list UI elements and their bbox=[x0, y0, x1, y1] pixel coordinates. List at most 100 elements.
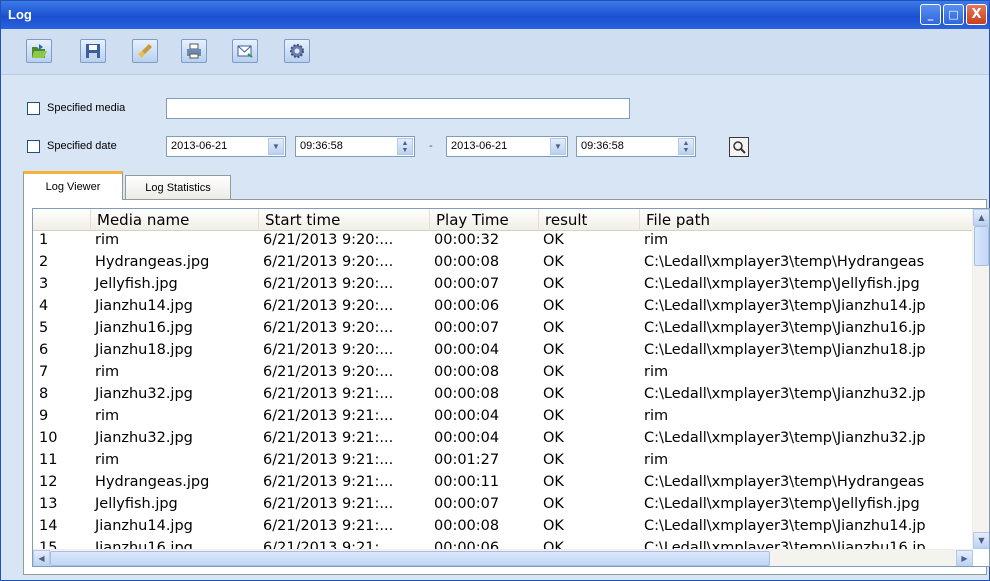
email-button[interactable] bbox=[232, 39, 258, 63]
search-icon bbox=[733, 141, 746, 154]
row-index: 8 bbox=[39, 386, 49, 402]
row-index: 3 bbox=[39, 276, 49, 292]
tab-log-statistics[interactable]: Log Statistics bbox=[125, 175, 231, 199]
log-viewer-panel: Media name Start time Play Time result F… bbox=[23, 199, 990, 575]
row-index: 12 bbox=[39, 474, 58, 490]
media-name-cell: Jellyfish.jpg bbox=[95, 276, 178, 292]
chevron-down-icon[interactable]: ▼ bbox=[550, 138, 566, 155]
play-time-cell: 00:01:27 bbox=[434, 452, 500, 468]
play-time-cell: 00:00:08 bbox=[434, 518, 500, 534]
media-name-cell: rim bbox=[95, 232, 120, 248]
open-button[interactable] bbox=[26, 39, 52, 63]
horizontal-scrollbar[interactable]: ◀ ▶ bbox=[33, 549, 973, 566]
end-date-select[interactable]: 2013-06-21 ▼ bbox=[446, 136, 568, 157]
media-name-cell: Jianzhu14.jpg bbox=[95, 518, 193, 534]
start-time-cell: 6/21/2013 9:20:... bbox=[263, 342, 394, 358]
file-path-cell: C:\Ledall\xmplayer3\temp\Jianzhu14.jp bbox=[644, 518, 926, 534]
table-row[interactable]: 6 Jianzhu18.jpg 6/21/2013 9:20:... 00:00:04… bbox=[33, 341, 973, 363]
horizontal-scroll-thumb[interactable] bbox=[50, 551, 770, 566]
table-row[interactable]: 11 rim 6/21/2013 9:21:... 00:01:27 OK rim bbox=[33, 451, 973, 473]
media-name-cell: Jianzhu32.jpg bbox=[95, 386, 193, 402]
media-name-cell: rim bbox=[95, 364, 120, 380]
file-path-cell: C:\Ledall\xmplayer3\temp\Hydrangeas bbox=[644, 254, 925, 270]
column-header-result[interactable]: result bbox=[539, 209, 640, 231]
chevron-down-icon[interactable]: ▼ bbox=[268, 138, 284, 155]
save-button[interactable] bbox=[80, 39, 106, 63]
column-header-start-time[interactable]: Start time bbox=[259, 209, 430, 231]
date-range-separator: - bbox=[429, 140, 433, 152]
play-time-cell: 00:00:07 bbox=[434, 320, 500, 336]
table-row[interactable]: 14 Jianzhu14.jpg 6/21/2013 9:21:... 00:00:0… bbox=[33, 517, 973, 539]
specified-date-label: Specified date bbox=[47, 140, 117, 152]
table-row[interactable]: 7 rim 6/21/2013 9:20:... 00:00:08 OK rim bbox=[33, 363, 973, 385]
search-button[interactable] bbox=[729, 137, 749, 157]
vertical-scrollbar[interactable]: ▲ ▼ bbox=[972, 209, 989, 549]
play-time-cell: 00:00:08 bbox=[434, 364, 500, 380]
play-time-cell: 00:00:08 bbox=[434, 254, 500, 270]
specified-media-checkbox[interactable] bbox=[27, 102, 40, 115]
column-header-media-name[interactable]: Media name bbox=[91, 209, 259, 231]
tab-log-viewer[interactable]: Log Viewer bbox=[23, 171, 123, 200]
file-path-cell: C:\Ledall\xmplayer3\temp\Jellyfish.jpg bbox=[644, 276, 920, 292]
table-row[interactable]: 4 Jianzhu14.jpg 6/21/2013 9:20:... 00:00:06… bbox=[33, 297, 973, 319]
result-cell: OK bbox=[543, 474, 564, 490]
table-row[interactable]: 8 Jianzhu32.jpg 6/21/2013 9:21:... 00:00:08… bbox=[33, 385, 973, 407]
end-time-value: 09:36:58 bbox=[581, 140, 624, 152]
table-row[interactable]: 12 Hydrangeas.jpg 6/21/2013 9:21:... 00:00:… bbox=[33, 473, 973, 495]
start-time-cell: 6/21/2013 9:20:... bbox=[263, 254, 394, 270]
play-time-cell: 00:00:04 bbox=[434, 342, 500, 358]
row-index: 7 bbox=[39, 364, 49, 380]
toolbar bbox=[1, 29, 989, 75]
scroll-left-icon[interactable]: ◀ bbox=[33, 550, 50, 566]
file-path-cell: rim bbox=[644, 408, 669, 424]
media-name-cell: rim bbox=[95, 452, 120, 468]
table-row[interactable]: 5 Jianzhu16.jpg 6/21/2013 9:20:... 00:00:07… bbox=[33, 319, 973, 341]
clear-button[interactable] bbox=[132, 39, 158, 63]
table-row[interactable]: 2 Hydrangeas.jpg 6/21/2013 9:20:... 00:00:0… bbox=[33, 253, 973, 275]
start-date-select[interactable]: 2013-06-21 ▼ bbox=[166, 136, 286, 157]
table-row[interactable]: 9 rim 6/21/2013 9:21:... 00:00:04 OK rim bbox=[33, 407, 973, 429]
start-time-cell: 6/21/2013 9:21:... bbox=[263, 408, 394, 424]
print-button[interactable] bbox=[181, 39, 207, 63]
start-time-input[interactable]: 09:36:58 ▲ ▼ bbox=[295, 136, 415, 157]
maximize-button[interactable]: □ bbox=[943, 4, 964, 25]
start-time-cell: 6/21/2013 9:21:... bbox=[263, 474, 394, 490]
table-row[interactable]: 3 Jellyfish.jpg 6/21/2013 9:20:... 00:00:07… bbox=[33, 275, 973, 297]
title-bar[interactable]: Log _ □ X bbox=[1, 1, 989, 29]
close-button[interactable]: X bbox=[966, 4, 987, 25]
play-time-cell: 00:00:08 bbox=[434, 386, 500, 402]
vertical-scroll-thumb[interactable] bbox=[974, 226, 989, 266]
media-name-cell: Jianzhu16.jpg bbox=[95, 320, 193, 336]
scroll-up-icon[interactable]: ▲ bbox=[973, 209, 989, 226]
media-name-cell: Hydrangeas.jpg bbox=[95, 254, 210, 270]
specified-date-checkbox[interactable] bbox=[27, 140, 40, 153]
start-time-cell: 6/21/2013 9:21:... bbox=[263, 386, 394, 402]
open-icon bbox=[32, 44, 47, 58]
spinner-icon[interactable]: ▲ ▼ bbox=[397, 138, 413, 155]
result-cell: OK bbox=[543, 518, 564, 534]
minimize-button[interactable]: _ bbox=[920, 4, 941, 25]
result-cell: OK bbox=[543, 452, 564, 468]
file-path-cell: rim bbox=[644, 232, 669, 248]
result-cell: OK bbox=[543, 364, 564, 380]
window-title: Log bbox=[8, 7, 32, 22]
column-header-file-path[interactable]: File path bbox=[640, 209, 980, 231]
start-time-cell: 6/21/2013 9:20:... bbox=[263, 364, 394, 380]
row-index: 2 bbox=[39, 254, 49, 270]
settings-button[interactable] bbox=[284, 39, 310, 63]
column-header-index[interactable] bbox=[33, 209, 91, 231]
scroll-down-icon[interactable]: ▼ bbox=[973, 532, 989, 549]
save-icon bbox=[86, 44, 100, 58]
spinner-icon[interactable]: ▲ ▼ bbox=[678, 138, 694, 155]
end-time-input[interactable]: 09:36:58 ▲ ▼ bbox=[576, 136, 696, 157]
row-index: 5 bbox=[39, 320, 49, 336]
table-row[interactable]: 1 rim 6/21/2013 9:20:... 00:00:32 OK rim bbox=[33, 231, 973, 253]
file-path-cell: rim bbox=[644, 452, 669, 468]
specified-media-input[interactable] bbox=[166, 98, 630, 119]
row-index: 10 bbox=[39, 430, 58, 446]
result-cell: OK bbox=[543, 430, 564, 446]
table-row[interactable]: 10 Jianzhu32.jpg 6/21/2013 9:21:... 00:00:0… bbox=[33, 429, 973, 451]
table-row[interactable]: 13 Jellyfish.jpg 6/21/2013 9:21:... 00:00:0… bbox=[33, 495, 973, 517]
scroll-right-icon[interactable]: ▶ bbox=[956, 550, 973, 566]
column-header-play-time[interactable]: Play Time bbox=[430, 209, 539, 231]
